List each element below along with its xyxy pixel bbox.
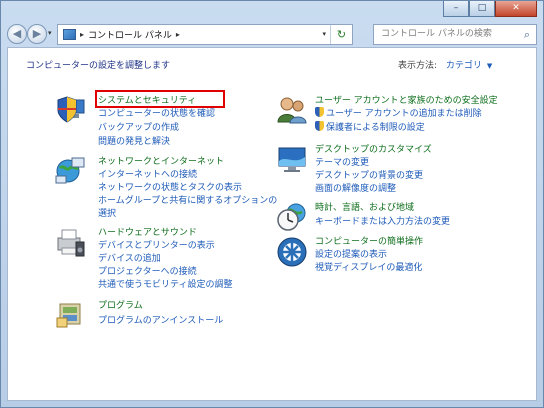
view-by-label: 表示方法: — [398, 61, 438, 71]
link-connect-internet[interactable]: インターネットへの接続 — [98, 167, 197, 180]
view-by-dropdown[interactable]: カテゴリ — [446, 61, 482, 71]
network-globe-icon[interactable] — [54, 154, 86, 186]
link-adjust-resolution[interactable]: 画面の解像度の調整 — [315, 181, 396, 194]
view-by-control: 表示方法: カテゴリ ▼ — [398, 58, 492, 71]
address-bar[interactable]: ▸ コントロール パネル ▸ ▾ ↻ — [57, 24, 353, 45]
search-placeholder: コントロール パネルの検索 — [381, 29, 492, 39]
link-add-device[interactable]: デバイスの追加 — [98, 251, 161, 264]
close-button[interactable]: ✕ — [495, 1, 537, 17]
search-icon[interactable]: ⌕ — [524, 25, 530, 44]
category-title-network-internet[interactable]: ネットワークとインターネット — [98, 154, 224, 167]
category-title-clock-language-region[interactable]: 時計、言語、および地域 — [315, 200, 414, 213]
link-find-fix-problems[interactable]: 問題の発見と解決 — [98, 134, 170, 147]
desktop-icon[interactable] — [276, 143, 308, 175]
category-title-programs[interactable]: プログラム — [98, 298, 143, 311]
navigation-bar: ◀ ▶ ▾ ▸ コントロール パネル ▸ ▾ ↻ コントロール パネルの検索 ⌕ — [1, 21, 543, 47]
programs-icon[interactable] — [54, 298, 86, 330]
refresh-icon[interactable]: ↻ — [330, 25, 352, 44]
clock-globe-icon[interactable] — [276, 200, 308, 232]
uac-shield-icon — [315, 107, 324, 117]
breadcrumb-separator-icon[interactable]: ▸ — [80, 30, 84, 39]
maximize-button[interactable]: □ — [469, 1, 495, 17]
main-content: コンピューターの設定を調整します 表示方法: カテゴリ ▼ システムとセキュリテ… — [7, 47, 537, 401]
link-network-status-tasks[interactable]: ネットワークの状態とタスクの表示 — [98, 180, 242, 193]
title-bar[interactable]: – □ ✕ — [1, 1, 543, 21]
link-optimize-visual-display[interactable]: 視覚ディスプレイの最適化 — [315, 260, 422, 273]
link-uninstall-program[interactable]: プログラムのアンインストール — [98, 313, 223, 326]
link-change-theme[interactable]: テーマの変更 — [315, 155, 369, 168]
link-add-remove-accounts[interactable]: ユーザー アカウントの追加または削除 — [315, 106, 482, 119]
shield-pc-icon[interactable] — [54, 94, 86, 126]
category-title-hardware-sound[interactable]: ハードウェアとサウンド — [98, 225, 197, 238]
recent-pages-dropdown-icon[interactable]: ▾ — [48, 29, 52, 37]
uac-shield-icon — [315, 121, 324, 131]
link-view-devices-printers[interactable]: デバイスとプリンターの表示 — [98, 238, 215, 251]
link-create-backup[interactable]: バックアップの作成 — [98, 120, 179, 133]
users-icon[interactable] — [276, 94, 308, 126]
window-controls: – □ ✕ — [443, 1, 537, 17]
link-mobility-settings[interactable]: 共通で使うモビリティ設定の調整 — [98, 277, 232, 290]
link-change-keyboard[interactable]: キーボードまたは入力方法の変更 — [315, 214, 450, 227]
link-check-computer-status[interactable]: コンピューターの状態を確認 — [98, 106, 215, 119]
forward-button[interactable]: ▶ — [27, 24, 47, 44]
search-input[interactable]: コントロール パネルの検索 ⌕ — [373, 24, 537, 45]
chevron-down-icon[interactable]: ▼ — [487, 62, 492, 70]
printer-speaker-icon[interactable] — [54, 226, 86, 258]
ease-of-access-icon[interactable] — [276, 236, 308, 268]
link-parental-controls-label: 保護者による制限の設定 — [326, 123, 425, 133]
control-panel-icon — [63, 29, 76, 40]
link-add-remove-accounts-label: ユーザー アカウントの追加または削除 — [326, 109, 482, 119]
link-suggested-settings[interactable]: 設定の提案の表示 — [315, 247, 387, 260]
link-homegroup-sharing-cont[interactable]: 選択 — [98, 206, 116, 219]
link-homegroup-sharing[interactable]: ホームグループと共有に関するオプションの — [98, 193, 277, 206]
page-title: コンピューターの設定を調整します — [26, 61, 171, 71]
category-title-appearance[interactable]: デスクトップのカスタマイズ — [315, 142, 432, 155]
address-dropdown-icon[interactable]: ▾ — [322, 30, 326, 38]
link-change-background[interactable]: デスクトップの背景の変更 — [315, 168, 423, 181]
minimize-button[interactable]: – — [443, 1, 469, 17]
breadcrumb-separator-icon[interactable]: ▸ — [176, 30, 180, 39]
back-button[interactable]: ◀ — [7, 24, 27, 44]
category-title-user-accounts[interactable]: ユーザー アカウントと家族のための安全設定 — [315, 93, 498, 106]
breadcrumb-control-panel[interactable]: コントロール パネル — [88, 28, 172, 41]
category-title-ease-of-access[interactable]: コンピューターの簡単操作 — [315, 234, 423, 247]
control-panel-window: – □ ✕ ◀ ▶ ▾ ▸ コントロール パネル ▸ ▾ ↻ コントロール パネ… — [0, 0, 544, 408]
link-connect-projector[interactable]: プロジェクターへの接続 — [98, 264, 197, 277]
link-parental-controls[interactable]: 保護者による制限の設定 — [315, 120, 425, 133]
